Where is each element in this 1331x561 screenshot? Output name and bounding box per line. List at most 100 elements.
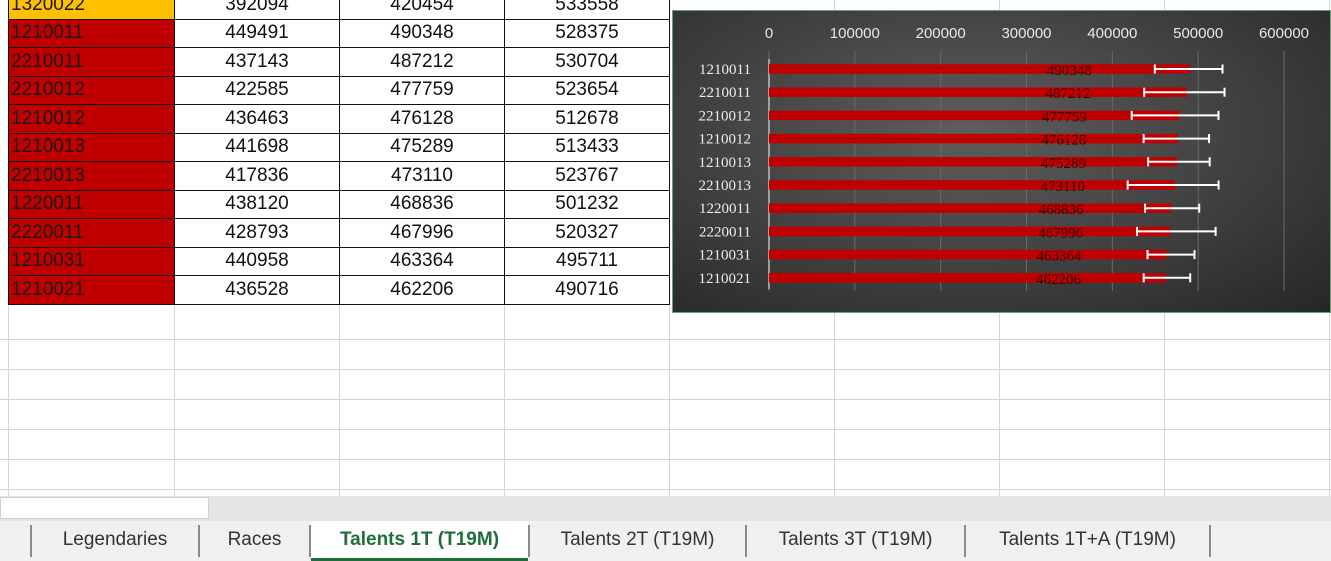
x-tick-label: 600000 [1259, 25, 1309, 42]
cell-value[interactable]: 392094 [174, 0, 340, 20]
bar-chart[interactable]: 0 100000 200000 300000 400000 500000 600000 121… [672, 10, 1331, 313]
bar [769, 203, 1172, 213]
cell-id[interactable]: 1210021 [8, 275, 175, 305]
data-label: 468836 [1039, 202, 1085, 218]
cell-id[interactable]: 1210031 [8, 246, 175, 276]
cell-value[interactable]: 530704 [504, 47, 670, 77]
grid-line [0, 459, 1331, 460]
cell-id[interactable]: 2210013 [8, 161, 175, 191]
cell-id[interactable]: 1210012 [8, 104, 175, 134]
bar [769, 180, 1176, 190]
table-row: 1210012 436463 476128 512678 [8, 104, 670, 134]
cell-value[interactable]: 523767 [504, 161, 670, 191]
data-label: 487212 [1046, 86, 1091, 102]
cell-value[interactable]: 477759 [339, 75, 505, 105]
y-tick-label: 2210013 [699, 178, 752, 194]
table-row: 1210021 436528 462206 490716 [8, 275, 670, 305]
data-label: 477759 [1042, 109, 1087, 125]
cell-id[interactable]: 2210012 [8, 75, 175, 105]
cell-value[interactable]: 438120 [174, 189, 340, 219]
cell-value[interactable]: 463364 [339, 246, 505, 276]
table-row: 1210011 449491 490348 528375 [8, 18, 670, 48]
tab-talents-1t[interactable]: Talents 1T (T19M) [311, 521, 528, 561]
tab-legendaries[interactable]: Legendaries [32, 521, 198, 561]
tab-talents-3t[interactable]: Talents 3T (T19M) [747, 521, 964, 561]
data-table: 1320022 392094 420454 533558 1210011 449… [8, 0, 670, 305]
x-tick-label: 100000 [830, 25, 880, 42]
y-tick-label: 2210011 [699, 85, 751, 101]
cell-value[interactable]: 490348 [339, 18, 505, 48]
table-row: 2210011 437143 487212 530704 [8, 47, 670, 77]
cell-id[interactable]: 1210013 [8, 132, 175, 162]
cell-value[interactable]: 437143 [174, 47, 340, 77]
cell-value[interactable]: 533558 [504, 0, 670, 20]
bar [769, 133, 1178, 144]
cell-value[interactable]: 420454 [339, 0, 505, 20]
cell-value[interactable]: 417836 [174, 161, 340, 191]
data-label: 467996 [1038, 225, 1084, 241]
tab-talents-1t-a[interactable]: Talents 1T+A (T19M) [966, 521, 1209, 561]
data-label: 476128 [1041, 133, 1086, 149]
table-row: 1320022 392094 420454 533558 [8, 0, 670, 20]
cell-value[interactable]: 501232 [504, 189, 670, 219]
cell-value[interactable]: 487212 [339, 47, 505, 77]
bar [769, 110, 1180, 121]
bar [769, 249, 1167, 260]
horizontal-scrollbar[interactable] [0, 497, 209, 519]
cell-value[interactable]: 440958 [174, 246, 340, 276]
spreadsheet-grid[interactable]: 1320022 392094 420454 533558 1210011 449… [0, 0, 1331, 496]
cell-value[interactable]: 441698 [174, 132, 340, 162]
cell-value[interactable]: 449491 [174, 18, 340, 48]
cell-value[interactable]: 513433 [504, 132, 670, 162]
grid-line [0, 429, 1331, 430]
y-tick-label: 1210012 [699, 132, 752, 148]
bar [769, 226, 1171, 237]
x-tick-label: 300000 [1001, 25, 1051, 42]
cell-value[interactable]: 422585 [174, 75, 340, 105]
grid-line [0, 489, 1331, 490]
cell-value[interactable]: 436528 [174, 275, 340, 305]
cell-value[interactable]: 436463 [174, 104, 340, 134]
cell-value[interactable]: 520327 [504, 218, 670, 248]
cell-value[interactable]: 523654 [504, 75, 670, 105]
cell-value[interactable]: 462206 [339, 275, 505, 305]
bar [769, 157, 1177, 167]
tab-separator [1209, 525, 1211, 557]
table-row: 2220011 428793 467996 520327 [8, 218, 670, 248]
cell-value[interactable]: 473110 [339, 161, 505, 191]
bar [769, 87, 1188, 97]
horizontal-scrollbar-area [0, 496, 1331, 521]
cell-id[interactable]: 1320022 [8, 0, 175, 20]
grid-line [0, 369, 1331, 370]
grid-line [0, 339, 1331, 340]
table-row: 2210012 422585 477759 523654 [8, 75, 670, 105]
y-tick-label: 1210031 [699, 248, 752, 264]
cell-id[interactable]: 2210011 [8, 47, 175, 77]
cell-id[interactable]: 1220011 [8, 189, 175, 219]
data-label: 473110 [1040, 179, 1084, 195]
cell-value[interactable]: 528375 [504, 18, 670, 48]
cell-value[interactable]: 495711 [504, 246, 670, 276]
cell-value[interactable]: 475289 [339, 132, 505, 162]
cell-id[interactable]: 2220011 [8, 218, 175, 248]
tab-races[interactable]: Races [200, 521, 309, 561]
data-label: 463364 [1036, 249, 1082, 265]
bar [769, 273, 1166, 283]
y-tick-label: 2220011 [699, 224, 751, 240]
cell-value[interactable]: 428793 [174, 218, 340, 248]
x-tick-label: 500000 [1173, 25, 1223, 42]
cell-value[interactable]: 468836 [339, 189, 505, 219]
cell-value[interactable]: 490716 [504, 275, 670, 305]
tab-talents-2t[interactable]: Talents 2T (T19M) [530, 521, 745, 561]
grid-line [0, 399, 1331, 400]
table-row: 1220011 438120 468836 501232 [8, 189, 670, 219]
data-label: 490348 [1047, 63, 1092, 79]
cell-value[interactable]: 467996 [339, 218, 505, 248]
cell-value[interactable]: 476128 [339, 104, 505, 134]
chart-canvas: 0 100000 200000 300000 400000 500000 600000 121… [699, 25, 1309, 291]
y-tick-label: 1210011 [699, 62, 751, 78]
cell-id[interactable]: 1210011 [8, 18, 175, 48]
x-tick-label: 400000 [1087, 25, 1137, 42]
cell-value[interactable]: 512678 [504, 104, 670, 134]
bar [769, 64, 1190, 74]
